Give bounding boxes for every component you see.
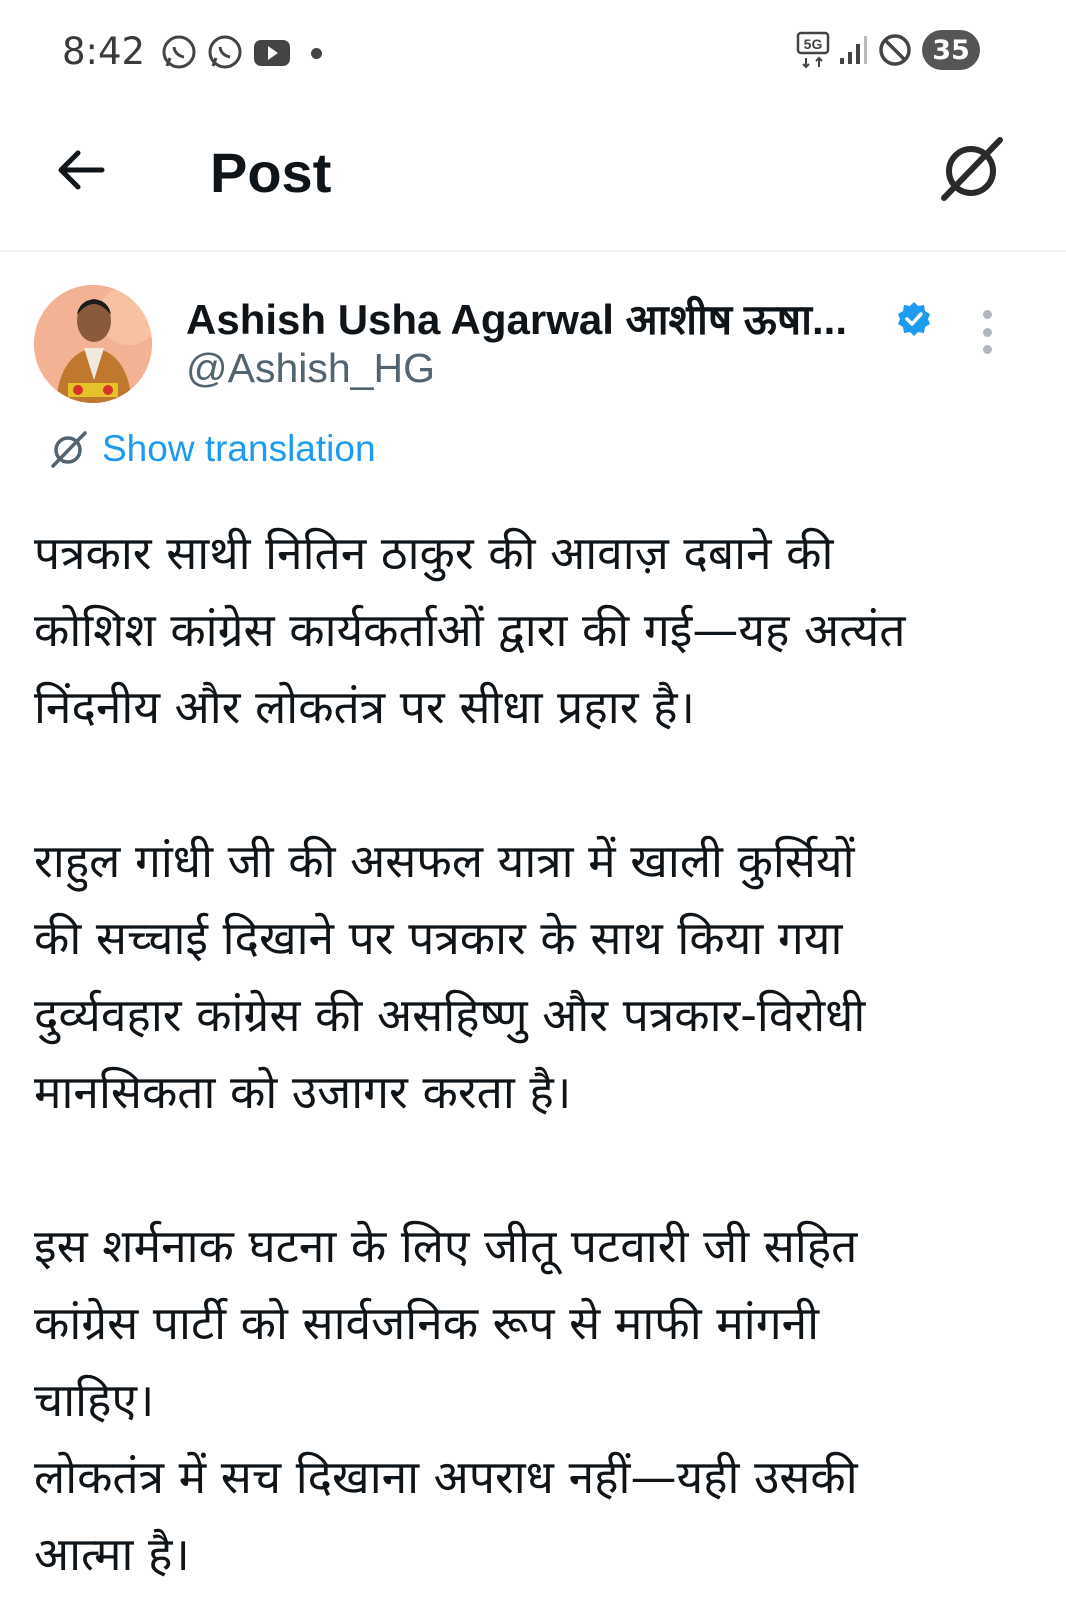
text-line: दुर्व्यवहार कांग्रेस की असहिष्णु और पत्र… — [34, 988, 866, 1042]
top-app-bar: Post — [0, 110, 1066, 252]
status-bar: 8:42 5G 35 — [0, 0, 1066, 105]
text-line: मानसिकता को उजागर करता है। — [34, 1065, 572, 1119]
more-dot — [982, 327, 992, 337]
text-line: राहुल गांधी जी की असफल यात्रा में खाली क… — [34, 834, 855, 888]
text-line: की सच्चाई दिखाने पर पत्रकार के साथ किया … — [34, 911, 843, 965]
author-handle[interactable]: @Ashish_HG — [186, 345, 435, 392]
post-paragraph: इस शर्मनाक घटना के लिए जीतू पटवारी जी सह… — [34, 1208, 1034, 1593]
notification-icons — [160, 33, 292, 71]
grok-icon — [51, 431, 87, 468]
grok-icon — [941, 137, 1003, 201]
system-icons: 5G 35 — [796, 30, 980, 70]
text-line: लोकतंत्र में सच दिखाना अपराध नहीं—यही उस… — [34, 1450, 858, 1504]
text-line: कांग्रेस पार्टी को सार्वजनिक रूप से माफी… — [34, 1296, 820, 1350]
signal-icon — [840, 36, 867, 64]
avatar[interactable] — [34, 285, 152, 403]
arrow-left-icon — [58, 150, 105, 190]
text-line: कोशिश कांग्रेस कार्यकर्ताओं द्वारा की गई… — [34, 603, 906, 657]
battery-icon: 35 — [922, 30, 980, 70]
back-button[interactable] — [52, 140, 112, 200]
whatsapp-icon — [162, 35, 196, 69]
post-paragraph: पत्रकार साथी नितिन ठाकुर की आवाज़ दबाने … — [34, 515, 1034, 746]
dnd-icon — [879, 34, 911, 66]
post-text: पत्रकार साथी नितिन ठाकुर की आवाज़ दबाने … — [34, 515, 1034, 1593]
notification-dot — [311, 48, 322, 59]
text-line: निंदनीय और लोकतंत्र पर सीधा प्रहार है। — [34, 680, 695, 734]
more-options-button[interactable] — [975, 310, 999, 354]
author-name[interactable]: Ashish Usha Agarwal आशीष ऊषा... — [186, 290, 847, 347]
verified-badge-icon — [898, 302, 930, 336]
text-line: पत्रकार साथी नितिन ठाकुर की आवाज़ दबाने … — [34, 526, 834, 580]
text-line: इस शर्मनाक घटना के लिए जीतू पटवारी जी सह… — [34, 1219, 858, 1273]
show-translation-link[interactable]: Show translation — [48, 428, 376, 470]
text-line: आत्मा है। — [34, 1527, 190, 1581]
more-dot — [982, 310, 992, 319]
svg-text:5G: 5G — [804, 36, 823, 52]
text-line: चाहिए। — [34, 1373, 155, 1427]
5g-icon: 5G — [796, 31, 830, 69]
youtube-icon — [254, 40, 290, 66]
page-title: Post — [210, 141, 332, 204]
grok-button[interactable] — [936, 132, 1010, 206]
status-time: 8:42 — [62, 30, 146, 73]
avatar-photo — [34, 285, 152, 403]
more-dot — [982, 345, 992, 354]
show-translation-label: Show translation — [102, 428, 376, 469]
whatsapp-icon — [208, 35, 242, 69]
post-paragraph: राहुल गांधी जी की असफल यात्रा में खाली क… — [34, 823, 1034, 1131]
